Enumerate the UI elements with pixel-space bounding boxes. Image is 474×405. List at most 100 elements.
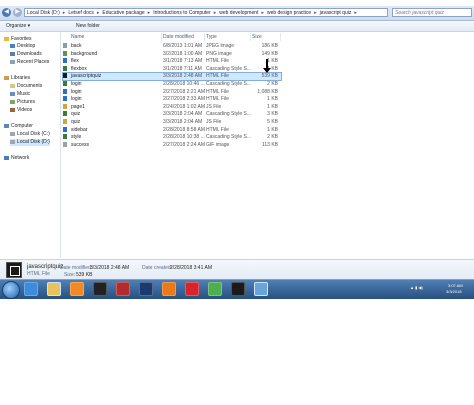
photoshop-icon[interactable]	[139, 282, 153, 296]
file-icon	[63, 119, 67, 124]
breadcrumb-separator[interactable]: ▸	[261, 10, 264, 16]
breadcrumb[interactable]: Local Disk (D:) ▸ Letsef docs ▸ Educative pa…	[24, 8, 388, 17]
nav-local-disk-d[interactable]: Local Disk (D:)	[10, 139, 50, 146]
video-icon[interactable]	[116, 282, 130, 296]
breadcrumb-separator[interactable]: ▸	[63, 10, 66, 16]
file-date: 3/1/2018 7:13 AM	[163, 58, 203, 65]
table-row[interactable]: login 2/27/2018 2:21 AM HTML File 1,088 KB	[63, 88, 281, 96]
column-type[interactable]: Type	[204, 33, 251, 41]
search-input[interactable]: Search javascript quiz	[392, 8, 472, 17]
nav-videos[interactable]: Videos	[10, 107, 32, 114]
organize-button[interactable]: Organize ▾	[6, 22, 30, 30]
file-name: page1	[71, 103, 85, 110]
nav-music[interactable]: Music	[10, 91, 30, 98]
network-icon	[4, 155, 9, 160]
file-name: quiz	[71, 111, 81, 118]
details-created-label: Date created:	[142, 265, 173, 271]
brackets-icon[interactable]	[231, 282, 245, 296]
nav-network[interactable]: Network	[4, 155, 29, 162]
breadcrumb-separator[interactable]: ▸	[97, 10, 100, 16]
back-icon[interactable]: ◀	[2, 8, 11, 17]
breadcrumb-separator[interactable]: ▸	[314, 10, 317, 16]
breadcrumb-item[interactable]: web design practice	[267, 10, 311, 16]
start-button[interactable]	[2, 281, 20, 299]
table-row[interactable]: javascriptquiz 3/3/2018 2:48 AM HTML File 5…	[62, 72, 282, 82]
file-date: 2/28/2018 10:46 ...	[163, 81, 205, 87]
paint-icon[interactable]	[254, 282, 268, 296]
table-row[interactable]: login 2/28/2018 10:46 ... Cascading Style …	[63, 81, 281, 88]
file-type: Cascading Style S...	[206, 81, 252, 87]
table-row[interactable]: page1 2/24/2018 1:02 AM JS File 1 KB	[63, 103, 281, 111]
table-row[interactable]: quiz 3/3/2018 2:04 AM Cascading Style S...…	[63, 111, 281, 118]
file-name: login	[71, 81, 82, 87]
table-row[interactable]: quiz 3/3/2018 2:04 AM JS File 5 KB	[63, 119, 281, 126]
breadcrumb-item[interactable]: Local Disk (D:)	[27, 10, 60, 16]
table-row[interactable]: background 3/2/2018 1:00 AM PNG image 149 K…	[63, 50, 281, 58]
navigation-pane: Favorites Desktop Downloads Recent Place…	[0, 32, 61, 258]
nav-pictures[interactable]: Pictures	[10, 99, 35, 106]
command-bar: Organize ▾ New folder	[0, 21, 474, 32]
breadcrumb-item[interactable]: Educative package	[102, 10, 144, 16]
app-orange-icon[interactable]	[162, 282, 176, 296]
breadcrumb-item[interactable]: Letsef docs	[68, 10, 94, 16]
file-icon	[63, 103, 67, 109]
table-row[interactable]: flex 3/1/2018 7:13 AM HTML File 1 KB	[63, 58, 281, 65]
file-size: 186 KB	[261, 43, 278, 49]
clock-date[interactable]: 3/3/2018	[446, 289, 462, 294]
breadcrumb-item[interactable]: javascript quiz	[320, 10, 352, 16]
computer-icon	[4, 123, 9, 128]
table-row[interactable]: success 2/27/2018 2:24 AM GIF image 113 KB	[63, 141, 281, 149]
opera-icon[interactable]	[185, 282, 199, 296]
nav-desktop[interactable]: Desktop	[10, 43, 35, 50]
details-file-type: HTML File	[27, 271, 50, 277]
table-row[interactable]: flexbox 3/1/2018 7:11 AM Cascading Style S…	[63, 65, 281, 73]
html-file-icon	[6, 262, 22, 278]
column-headers: Name Date modified Type Size	[61, 33, 361, 41]
nav-downloads[interactable]: Downloads	[10, 51, 42, 58]
table-row[interactable]: login 2/27/2018 2:33 AM HTML File 1 KB	[63, 96, 281, 103]
table-row[interactable]: back 6/8/2013 1:01 AM JPEG image 186 KB	[63, 43, 281, 50]
breadcrumb-separator[interactable]: ▸	[354, 10, 357, 16]
drive-icon	[10, 139, 15, 144]
file-date: 3/3/2018 2:48 AM	[163, 73, 203, 80]
address-bar-area: ◀ ▶ Local Disk (D:) ▸ Letsef docs ▸ Educativ…	[0, 6, 474, 21]
nav-computer[interactable]: Computer	[4, 123, 33, 130]
details-modified-value: 3/3/2018 2:48 AM	[90, 265, 130, 271]
file-size: 2 KB	[267, 81, 278, 87]
file-date: 2/27/2018 2:24 AM	[163, 141, 205, 148]
file-icon	[63, 43, 67, 48]
column-date-modified[interactable]: Date modified	[161, 33, 205, 41]
drive-icon	[10, 131, 15, 136]
breadcrumb-item[interactable]: Introductions to Computer	[153, 10, 211, 16]
tray-icons[interactable]: ▲ ▮ ◀)	[410, 285, 423, 290]
app-icon[interactable]	[93, 282, 107, 296]
file-icon	[63, 81, 67, 86]
clock-time[interactable]: 3:07 AM	[448, 283, 463, 288]
forward-icon[interactable]: ▶	[13, 8, 22, 17]
table-row[interactable]: style 2/28/2018 10:38 ... Cascading Style …	[63, 134, 281, 141]
media-player-icon[interactable]	[70, 282, 84, 296]
breadcrumb-separator[interactable]: ▸	[214, 10, 217, 16]
breadcrumb-item[interactable]: web development	[219, 10, 258, 16]
nav-documents[interactable]: Documents	[10, 83, 42, 90]
new-folder-button[interactable]: New folder	[76, 22, 100, 30]
file-date: 3/2/2018 1:00 AM	[163, 50, 203, 57]
file-name: back	[71, 43, 82, 49]
file-type: Cascading Style S...	[206, 65, 252, 72]
ie-icon[interactable]	[24, 282, 38, 296]
column-size[interactable]: Size	[250, 33, 281, 41]
file-size: 1 KB	[267, 103, 278, 110]
nav-local-disk-c[interactable]: Local Disk (C:)	[10, 131, 50, 138]
chrome-icon[interactable]	[208, 282, 222, 296]
nav-recent-places[interactable]: Recent Places	[10, 59, 49, 66]
column-name[interactable]: Name	[69, 33, 162, 41]
nav-favorites[interactable]: Favorites	[4, 36, 32, 43]
file-name: login	[71, 96, 82, 103]
breadcrumb-separator[interactable]: ▸	[148, 10, 151, 16]
explorer-icon[interactable]	[47, 282, 61, 296]
details-file-name: javascriptquiz	[27, 264, 64, 270]
nav-libraries[interactable]: Libraries	[4, 75, 30, 82]
file-date: 3/1/2018 7:11 AM	[163, 65, 202, 72]
table-row[interactable]: sidebar 2/28/2018 8:58 AM HTML File 1 KB	[63, 126, 281, 134]
file-size: 5 KB	[267, 119, 278, 125]
